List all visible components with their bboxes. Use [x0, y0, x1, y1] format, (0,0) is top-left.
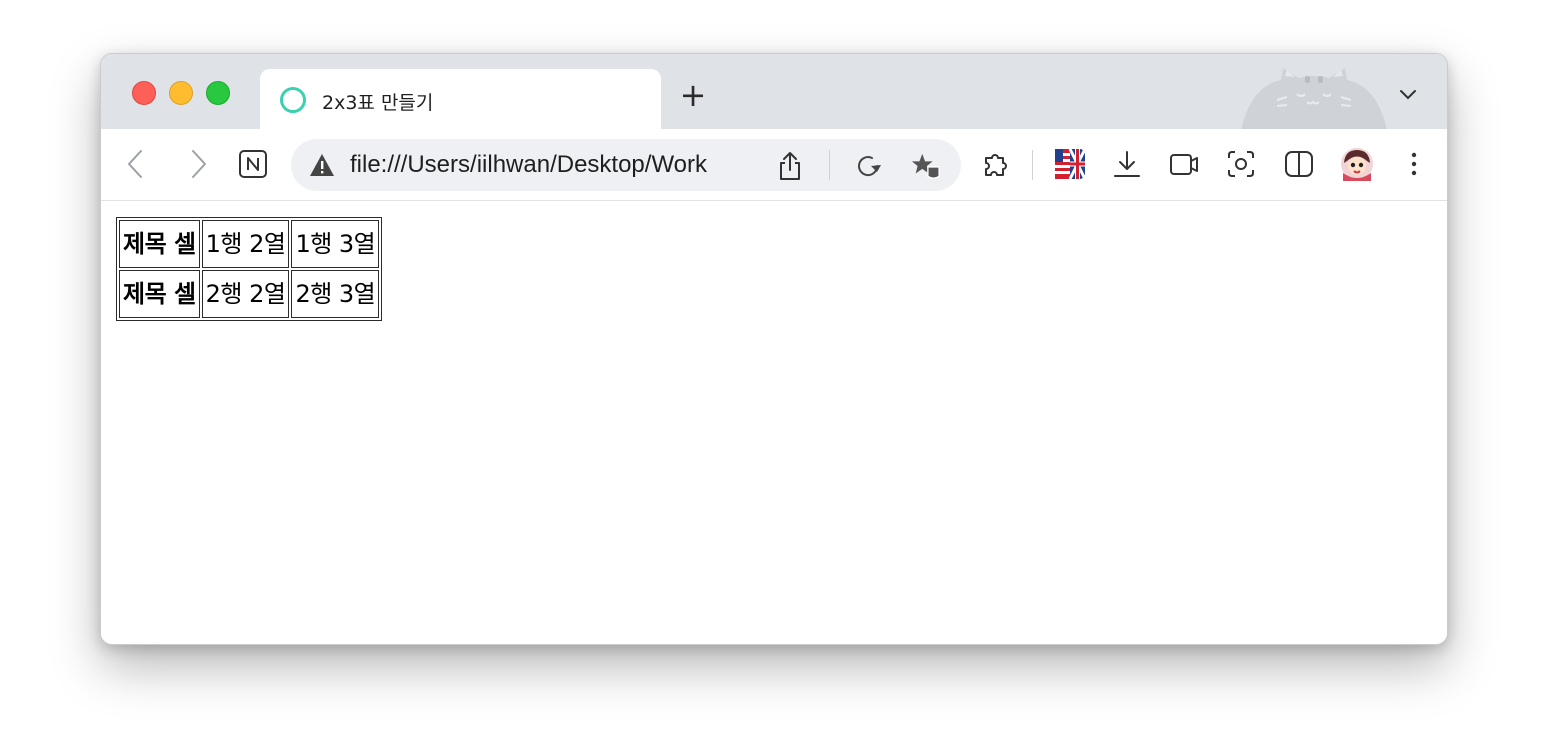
- reload-button[interactable]: [853, 151, 883, 181]
- profile-avatar: [1341, 148, 1373, 181]
- split-view-button[interactable]: [1282, 147, 1316, 181]
- chevron-left-icon: [128, 150, 142, 178]
- title-bar: 2x3표 만들기 +: [101, 54, 1447, 130]
- share-button[interactable]: [775, 151, 805, 181]
- download-icon: [1114, 151, 1140, 177]
- table-cell: 1행 2열: [201, 220, 290, 268]
- bookmark-button[interactable]: [911, 151, 941, 181]
- toolbar-separator: [1032, 150, 1033, 180]
- url-text[interactable]: file:///Users/iilhwan/Desktop/Work: [350, 151, 760, 181]
- close-window-button[interactable]: [132, 81, 156, 105]
- tab-favicon-icon: [280, 87, 306, 113]
- screenshot-icon: [1228, 151, 1254, 177]
- reload-icon: [858, 156, 881, 177]
- split-view-icon: [1285, 151, 1313, 177]
- puzzle-icon: [985, 154, 1007, 176]
- table-cell: 2행 2열: [201, 270, 290, 318]
- browser-window: 2x3표 만들기 + file:///Users/iilhwan/Desktop…: [100, 53, 1448, 645]
- chevron-down-icon[interactable]: [1396, 82, 1420, 106]
- screenshot-stage: 2x3표 만들기 + file:///Users/iilhwan/Desktop…: [0, 0, 1552, 746]
- omnibox-separator: [829, 150, 830, 180]
- active-tab[interactable]: 2x3표 만들기: [260, 69, 661, 130]
- video-button[interactable]: [1167, 147, 1201, 181]
- download-button[interactable]: [1110, 147, 1144, 181]
- kebab-menu-icon: [1411, 152, 1417, 176]
- new-tab-button[interactable]: +: [678, 79, 708, 111]
- row-header-cell: 제목 셀: [119, 220, 200, 268]
- chevron-right-icon: [192, 150, 206, 178]
- flag-extension-button[interactable]: [1053, 147, 1087, 181]
- minimize-window-button[interactable]: [169, 81, 193, 105]
- data-table: 제목 셀 1행 2열 1행 3열 제목 셀 2행 2열 2행 3열: [116, 217, 383, 321]
- row-header-cell: 제목 셀: [119, 270, 200, 318]
- menu-button[interactable]: [1397, 147, 1431, 181]
- profile-button[interactable]: [1340, 147, 1374, 181]
- flag-extension-icon: [1055, 148, 1086, 180]
- notion-icon: [239, 150, 267, 178]
- address-bar[interactable]: file:///Users/iilhwan/Desktop/Work: [291, 139, 961, 191]
- bookmark-star-icon: [911, 153, 940, 179]
- screenshot-button[interactable]: [1224, 147, 1258, 181]
- table-row: 제목 셀 2행 2열 2행 3열: [119, 270, 380, 318]
- tab-title: 2x3표 만들기: [322, 92, 434, 114]
- page-content: 제목 셀 1행 2열 1행 3열 제목 셀 2행 2열 2행 3열: [101, 202, 1447, 644]
- table-cell: 2행 3열: [291, 270, 380, 318]
- zoom-window-button[interactable]: [206, 81, 230, 105]
- browser-toolbar: file:///Users/iilhwan/Desktop/Work: [101, 129, 1447, 201]
- forward-button[interactable]: [181, 147, 215, 181]
- back-button[interactable]: [119, 147, 153, 181]
- cat-decoration-icon: [1241, 68, 1387, 130]
- share-icon: [780, 152, 800, 180]
- table-row: 제목 셀 1행 2열 1행 3열: [119, 220, 380, 268]
- notion-extension-button[interactable]: [236, 147, 270, 181]
- extensions-button[interactable]: [979, 147, 1013, 181]
- video-icon: [1170, 154, 1198, 175]
- warning-triangle-icon[interactable]: [309, 153, 335, 177]
- table-cell: 1행 3열: [291, 220, 380, 268]
